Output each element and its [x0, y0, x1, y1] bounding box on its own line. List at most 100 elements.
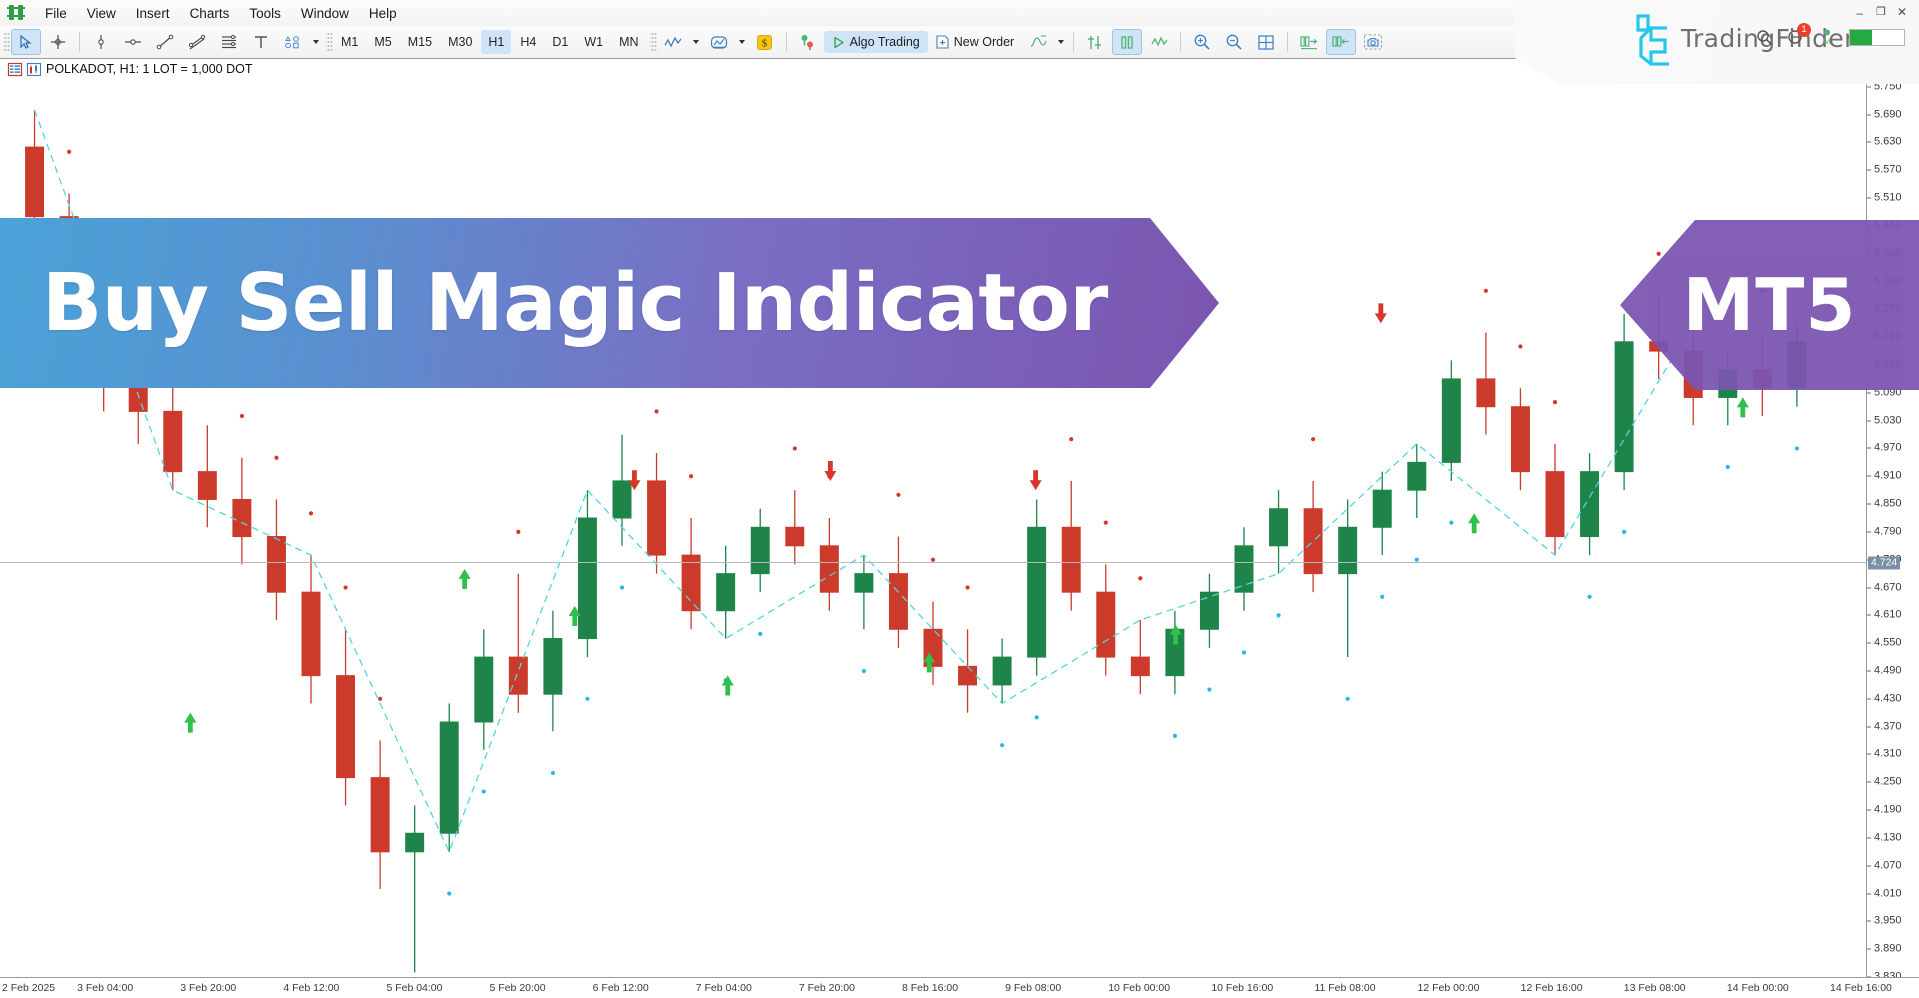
time-axis[interactable]: 2 Feb 2025 3 Feb 04:00 3 Feb 20:00 4 Feb 12… — [0, 977, 1919, 998]
menu-item-charts[interactable]: Charts — [180, 3, 240, 24]
menu-item-tools[interactable]: Tools — [239, 3, 291, 24]
menu-item-file[interactable]: File — [35, 3, 77, 24]
shapes-icon[interactable] — [278, 29, 308, 55]
vertical-line-icon[interactable] — [86, 29, 116, 55]
time-tick: 14 Feb 00:00 — [1726, 982, 1789, 994]
price-tick: 5.510 — [1867, 192, 1902, 204]
price-tick: 4.010 — [1867, 888, 1902, 899]
price-tick: 4.790 — [1867, 526, 1902, 537]
time-tick: 3 Feb 04:00 — [77, 982, 134, 994]
price-tick: 4.070 — [1867, 860, 1902, 871]
price-tick: 4.370 — [1867, 721, 1902, 732]
time-tick: 13 Feb 08:00 — [1623, 982, 1686, 994]
close-button[interactable]: ✕ — [1897, 5, 1907, 19]
chart-symbol-text: POLKADOT, H1: 1 LOT = 1,000 DOT — [46, 62, 253, 76]
dollar-icon[interactable]: $ — [750, 29, 780, 55]
timeframe-w1[interactable]: W1 — [577, 30, 610, 54]
time-tick: 10 Feb 16:00 — [1211, 982, 1274, 994]
timeframe-m1[interactable]: M1 — [334, 30, 365, 54]
promo-banner-title-text: Buy Sell Magic Indicator — [42, 257, 1108, 349]
timeframe-m5[interactable]: M5 — [367, 30, 398, 54]
minimize-button[interactable]: – — [1856, 6, 1863, 20]
price-tick: 4.430 — [1867, 693, 1902, 704]
scroll-to-end-icon[interactable] — [1294, 29, 1324, 55]
timeframe-d1[interactable]: D1 — [545, 30, 575, 54]
tradingfinder-logo-icon — [1629, 14, 1675, 66]
time-tick: 12 Feb 16:00 — [1520, 982, 1583, 994]
notifications-icon[interactable]: 1 — [1787, 23, 1811, 46]
menu-item-insert[interactable]: Insert — [126, 3, 180, 24]
experts-icon[interactable] — [793, 29, 823, 55]
symbol-icon — [26, 62, 42, 76]
menu-item-window[interactable]: Window — [291, 3, 359, 24]
price-tick: 3.890 — [1867, 943, 1902, 955]
candlestick-chart — [0, 66, 1866, 973]
tile-windows-icon[interactable] — [1251, 29, 1281, 55]
timeframe-m30[interactable]: M30 — [441, 30, 479, 54]
text-tool-icon[interactable] — [246, 29, 276, 55]
current-price-marker: 4.724 — [1868, 556, 1901, 569]
time-tick: 11 Feb 08:00 — [1314, 982, 1376, 994]
screenshot-icon[interactable] — [1358, 29, 1388, 55]
time-tick: 7 Feb 20:00 — [798, 982, 855, 994]
objects-dropdown-caret-icon[interactable] — [1058, 40, 1065, 44]
play-icon — [832, 36, 845, 49]
chart-type-dropdown-caret-icon[interactable] — [692, 40, 699, 44]
time-tick: 5 Feb 04:00 — [386, 982, 443, 994]
line-chart-icon[interactable] — [658, 29, 688, 55]
price-tick: 3.950 — [1867, 915, 1902, 927]
promo-banner-platform-text: MT5 — [1682, 263, 1857, 347]
time-tick: 14 Feb 16:00 — [1830, 982, 1892, 994]
trendline-icon[interactable] — [150, 29, 180, 55]
data-window-icon[interactable] — [1080, 29, 1110, 55]
search-icon[interactable] — [1756, 29, 1773, 46]
timeframe-h1[interactable]: H1 — [481, 30, 512, 54]
timeframe-m15[interactable]: M15 — [401, 30, 439, 54]
price-tick: 4.310 — [1867, 748, 1902, 760]
chart-plot-area[interactable] — [0, 59, 1866, 977]
indicators-dropdown-caret-icon[interactable] — [738, 40, 745, 44]
price-tick: 4.910 — [1867, 470, 1902, 482]
promo-banner-title: Buy Sell Magic Indicator — [0, 218, 1219, 388]
auto-scroll-icon[interactable] — [1326, 29, 1357, 55]
price-tick: 4.670 — [1867, 582, 1902, 593]
menu-item-help[interactable]: Help — [359, 3, 407, 24]
timeframe-mn[interactable]: MN — [612, 30, 645, 54]
equidistant-channel-icon[interactable] — [182, 29, 212, 55]
price-axis[interactable]: 5.8105.7505.6905.6305.5705.5105.4505.390… — [1866, 53, 1919, 982]
price-tick: 5.690 — [1867, 109, 1902, 120]
bars-chart-icon[interactable] — [1112, 29, 1143, 55]
price-tick: 4.190 — [1867, 804, 1902, 816]
restore-button[interactable]: ❐ — [1876, 5, 1886, 18]
level-indicator-icon[interactable]: lvl — [1819, 28, 1835, 46]
toolbar-gripper[interactable] — [3, 31, 10, 53]
chart-window[interactable]: POLKADOT, H1: 1 LOT = 1,000 DOT 5.8105.7… — [0, 53, 1919, 998]
indicators-icon[interactable] — [704, 29, 734, 55]
price-tick: 5.030 — [1867, 415, 1902, 426]
progress-bar-icon[interactable] — [1849, 28, 1905, 46]
price-tick: 4.250 — [1867, 776, 1902, 788]
price-tick: 5.570 — [1867, 164, 1902, 176]
zoom-out-icon[interactable] — [1219, 29, 1249, 55]
time-tick: 7 Feb 04:00 — [695, 982, 752, 994]
price-tick: 4.610 — [1867, 609, 1902, 621]
cursor-arrow-icon[interactable] — [11, 29, 41, 55]
crosshair-icon[interactable] — [43, 29, 73, 55]
horizontal-line-icon[interactable] — [118, 29, 148, 55]
svg-text:lvl: lvl — [1824, 39, 1831, 46]
price-tick: 4.130 — [1867, 832, 1902, 843]
algo-trading-button[interactable]: Algo Trading — [823, 31, 928, 53]
shapes-dropdown-caret-icon[interactable] — [313, 40, 319, 44]
wave-icon[interactable] — [1144, 29, 1174, 55]
objects-list-icon[interactable] — [1023, 29, 1053, 55]
price-tick: 4.850 — [1867, 498, 1902, 510]
new-order-button[interactable]: New Order — [928, 31, 1022, 53]
price-tick: 4.490 — [1867, 665, 1902, 677]
menu-item-view[interactable]: View — [77, 3, 126, 24]
chart-symbol-label: POLKADOT, H1: 1 LOT = 1,000 DOT — [7, 62, 253, 76]
chart-window-icon — [7, 62, 23, 76]
algo-trading-label: Algo Trading — [849, 35, 920, 49]
fibonacci-icon[interactable] — [214, 29, 244, 55]
zoom-in-icon[interactable] — [1187, 29, 1217, 55]
timeframe-h4[interactable]: H4 — [513, 30, 543, 54]
